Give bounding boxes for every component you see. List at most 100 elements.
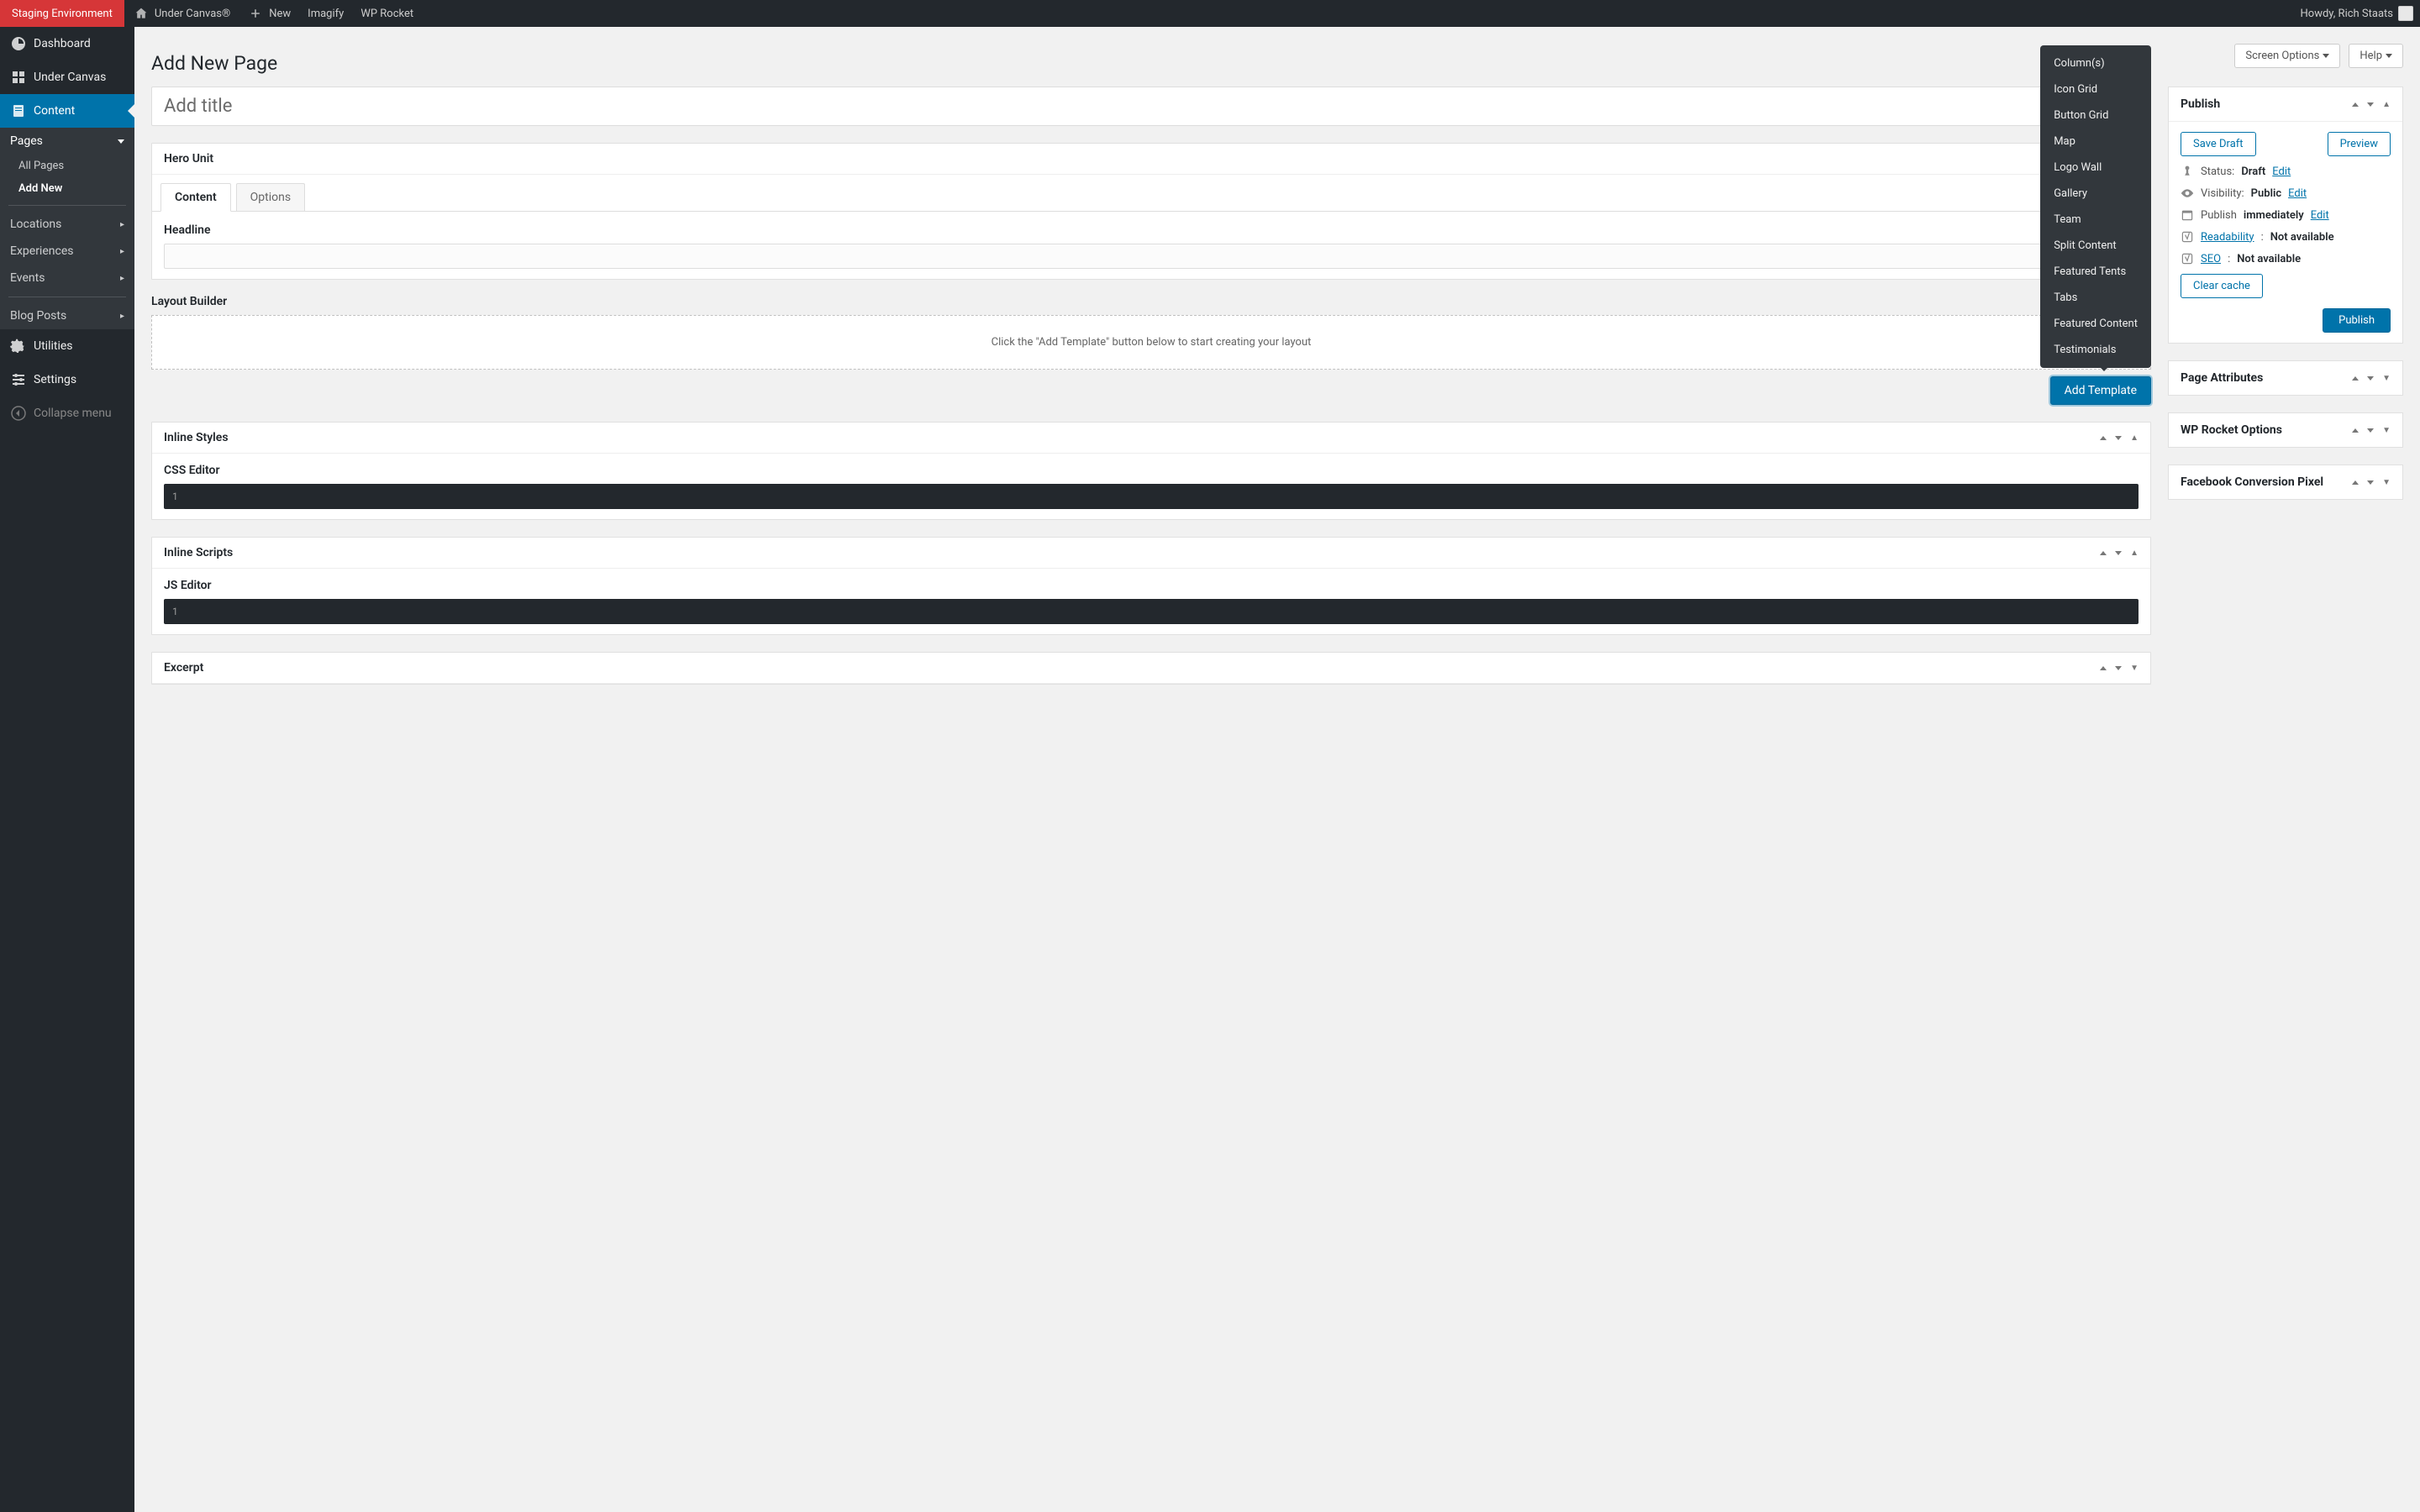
metabox-title: Excerpt [164,661,203,675]
sidebar-sub-addnew[interactable]: Add New [0,177,134,200]
toggle-icon[interactable]: ▼ [2382,426,2391,435]
title-input[interactable] [151,87,2151,126]
wprocket-link[interactable]: WP Rocket [352,0,422,27]
publish-date-value: immediately [2244,209,2304,222]
sidebox-title: Page Attributes [2181,371,2263,385]
sidebar-sub-pages[interactable]: Pages [0,128,134,155]
yoast-icon [2181,230,2194,244]
sidebar-item-label: Utilities [34,339,73,353]
move-down-icon[interactable] [2367,102,2374,107]
sidebar-item-utilities[interactable]: Utilities [0,329,134,363]
help-button[interactable]: Help [2349,44,2403,68]
toggle-icon[interactable]: ▲ [2130,549,2139,558]
move-down-icon[interactable] [2367,480,2374,485]
template-option[interactable]: Featured Content [2040,311,2151,337]
toggle-icon[interactable]: ▼ [2130,664,2139,673]
sidebar-item-undercanvas[interactable]: Under Canvas [0,60,134,94]
sidebar-sub-events[interactable]: Events ▸ [0,265,134,291]
main-column: Hero Unit Content Options Headline Layou… [151,87,2151,685]
move-down-icon[interactable] [2367,376,2374,381]
headline-input[interactable] [164,244,2139,269]
js-editor[interactable]: 1 [164,599,2139,624]
sidebar-item-collapse[interactable]: Collapse menu [0,396,134,430]
move-up-icon[interactable] [2352,480,2359,485]
move-up-icon[interactable] [2100,666,2107,670]
sidebox-page-attributes: Page Attributes ▼ [2168,360,2403,396]
imagify-link[interactable]: Imagify [299,0,352,27]
toggle-icon[interactable]: ▲ [2382,100,2391,109]
sidebar-item-label: Blog Posts [10,309,66,323]
move-up-icon[interactable] [2100,436,2107,440]
admin-bar-right[interactable]: Howdy, Rich Staats [2301,6,2420,21]
sidebar-item-label: Settings [34,373,76,386]
move-up-icon[interactable] [2352,428,2359,433]
status-value: Draft [2241,165,2265,178]
separator [8,205,126,206]
screen-options-button[interactable]: Screen Options [2234,44,2340,68]
metabox-handles: ▲ [2352,100,2391,109]
template-option[interactable]: Team [2040,207,2151,233]
move-down-icon[interactable] [2367,428,2374,433]
sidebar-sub-allpages[interactable]: All Pages [0,155,134,177]
publish-button[interactable]: Publish [2323,308,2391,333]
metabox-title: Hero Unit [164,152,213,165]
site-link[interactable]: Under Canvas® [124,0,239,27]
metabox-title: Inline Scripts [164,546,233,559]
publish-date-edit-link[interactable]: Edit [2311,209,2329,222]
metabox-inline-scripts: Inline Scripts ▲ JS Editor 1 [151,537,2151,635]
template-option[interactable]: Tabs [2040,285,2151,311]
sidebar-sub-blogposts[interactable]: Blog Posts ▸ [0,302,134,329]
site-link-label: Under Canvas® [155,8,230,20]
template-option[interactable]: Testimonials [2040,337,2151,363]
move-down-icon[interactable] [2115,666,2122,670]
plus-icon [247,5,264,22]
move-down-icon[interactable] [2115,551,2122,555]
add-template-button[interactable]: Add Template [2050,376,2151,405]
save-draft-button[interactable]: Save Draft [2181,132,2256,156]
toggle-icon[interactable]: ▼ [2382,478,2391,487]
template-option[interactable]: Gallery [2040,181,2151,207]
template-option[interactable]: Column(s) [2040,50,2151,76]
sidebar-item-label: Experiences [10,244,73,258]
readability-link[interactable]: Readability [2201,231,2254,244]
template-option[interactable]: Button Grid [2040,102,2151,129]
metabox-title: Inline Styles [164,431,229,444]
chevron-down-icon [2323,54,2329,58]
status-edit-link[interactable]: Edit [2272,165,2291,178]
readability-value: Not available [2270,231,2334,244]
preview-button[interactable]: Preview [2328,132,2391,156]
line-number: 1 [172,491,189,502]
toggle-icon[interactable]: ▼ [2382,374,2391,383]
move-up-icon[interactable] [2352,376,2359,381]
line-number: 1 [172,606,189,617]
css-editor[interactable]: 1 [164,484,2139,509]
sidebar-item-settings[interactable]: Settings [0,363,134,396]
tab-options[interactable]: Options [236,183,305,211]
toggle-icon[interactable]: ▲ [2130,433,2139,443]
move-up-icon[interactable] [2352,102,2359,107]
tab-content[interactable]: Content [160,183,231,212]
content-icon [10,102,27,119]
move-down-icon[interactable] [2115,436,2122,440]
css-editor-label: CSS Editor [164,464,2139,477]
move-up-icon[interactable] [2100,551,2107,555]
template-option[interactable]: Split Content [2040,233,2151,259]
template-option[interactable]: Featured Tents [2040,259,2151,285]
sidebar-item-dashboard[interactable]: Dashboard [0,27,134,60]
sidebar-item-label: Locations [10,218,61,231]
sidebar-sub-experiences[interactable]: Experiences ▸ [0,238,134,265]
new-link-label: New [269,8,291,20]
clear-cache-button[interactable]: Clear cache [2181,274,2263,298]
visibility-edit-link[interactable]: Edit [2288,187,2307,200]
seo-link[interactable]: SEO [2201,253,2221,265]
visibility-row: Visibility: Public Edit [2181,186,2391,200]
new-link[interactable]: New [239,0,299,27]
template-option[interactable]: Map [2040,129,2151,155]
metabox-handles: ▲ [2100,433,2139,443]
template-option[interactable]: Icon Grid [2040,76,2151,102]
chevron-right-icon: ▸ [120,247,124,256]
sidebar-sub-locations[interactable]: Locations ▸ [0,211,134,238]
template-option[interactable]: Logo Wall [2040,155,2151,181]
sidebar-item-content[interactable]: Content [0,94,134,128]
howdy-text: Howdy, Rich Staats [2301,8,2393,20]
